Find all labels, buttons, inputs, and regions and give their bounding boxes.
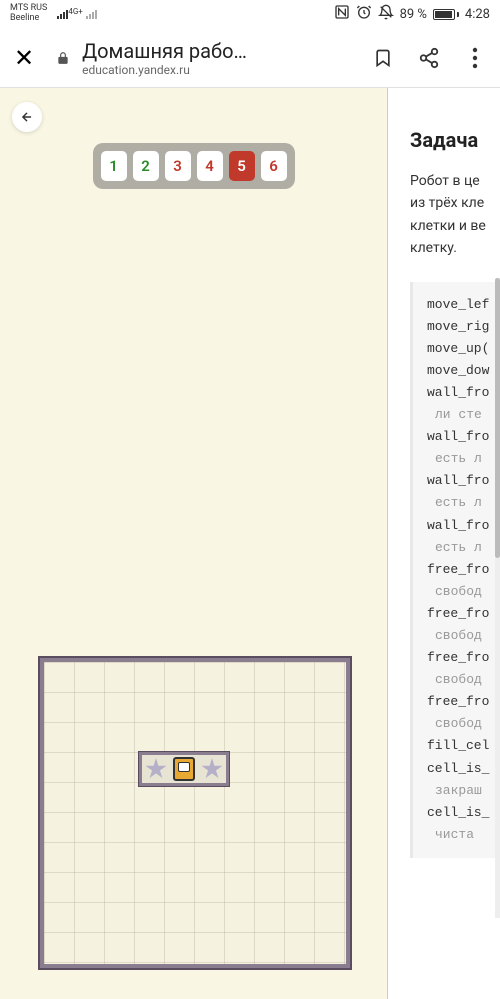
star-icon: [145, 758, 167, 780]
robot-icon: [173, 757, 195, 781]
code-comment: чиста: [427, 824, 500, 846]
code-command: cell_is_: [427, 802, 500, 824]
nfc-icon: [334, 4, 350, 24]
robot-room: [139, 752, 229, 786]
task-description-pane[interactable]: Задача Робот в це из трёх кле клетки и в…: [388, 88, 500, 999]
carrier-2: Beeline: [10, 14, 47, 24]
android-status-bar: MTS RUS Beeline 4G+ 89 % 4:28: [0, 0, 500, 28]
code-comment: есть л: [427, 537, 500, 559]
target-cell-left: [142, 755, 170, 783]
code-command: wall_fro: [427, 426, 500, 448]
task-viewport[interactable]: 1 2 3 4 5 6: [0, 88, 388, 999]
battery-percent: 89 %: [400, 7, 427, 22]
star-icon: [201, 758, 223, 780]
task-tab-1[interactable]: 1: [101, 151, 127, 181]
code-command: free_fro: [427, 603, 500, 625]
code-command: free_fro: [427, 559, 500, 581]
task-tab-5[interactable]: 5: [229, 151, 255, 181]
code-comment: свобод: [427, 713, 500, 735]
robot-cell: [170, 755, 198, 783]
task-description: Робот в це из трёх кле клетки и ве клетк…: [410, 170, 500, 260]
scrollbar[interactable]: [495, 278, 500, 918]
bookmark-icon[interactable]: [372, 47, 394, 69]
code-command: fill_cel: [427, 735, 500, 757]
url-area[interactable]: Домашняя рабо… education.yandex.ru: [52, 39, 354, 77]
close-icon[interactable]: ✕: [14, 44, 34, 72]
code-command: wall_fro: [427, 470, 500, 492]
task-title: Задача: [410, 128, 500, 152]
code-comment: свобод: [427, 669, 500, 691]
code-command: move_dow: [427, 360, 500, 382]
share-icon[interactable]: [418, 47, 440, 69]
status-carriers: MTS RUS Beeline: [10, 4, 47, 24]
scrollbar-thumb[interactable]: [495, 278, 500, 558]
page-domain: education.yandex.ru: [82, 63, 247, 77]
code-command: free_fro: [427, 647, 500, 669]
target-cell-right: [198, 755, 226, 783]
code-command: move_lef: [427, 294, 500, 316]
code-comment: есть л: [427, 492, 500, 514]
task-tab-bar: 1 2 3 4 5 6: [93, 143, 295, 189]
code-comment: ли сте: [427, 404, 500, 426]
battery-icon: [433, 9, 459, 20]
network-label: 4G+: [68, 7, 82, 16]
code-comment: есть л: [427, 448, 500, 470]
signal-icon: [57, 10, 68, 19]
more-icon[interactable]: [464, 47, 486, 69]
mute-icon: [378, 4, 394, 24]
browser-toolbar: ✕ Домашняя рабо… education.yandex.ru: [0, 28, 500, 88]
alarm-icon: [356, 4, 372, 24]
clock-time: 4:28: [465, 7, 490, 22]
code-command: cell_is_: [427, 758, 500, 780]
code-command: move_up(: [427, 338, 500, 360]
code-command: wall_fro: [427, 515, 500, 537]
code-comment: свобод: [427, 581, 500, 603]
task-tab-4[interactable]: 4: [197, 151, 223, 181]
back-button[interactable]: [12, 102, 42, 132]
robot-grid[interactable]: [40, 658, 350, 968]
lock-icon: [52, 47, 74, 69]
signal-icon-2: [86, 10, 97, 19]
code-comment: закраш: [427, 780, 500, 802]
code-command: wall_fro: [427, 382, 500, 404]
task-tab-2[interactable]: 2: [133, 151, 159, 181]
task-tab-3[interactable]: 3: [165, 151, 191, 181]
code-reference: move_lefmove_rigmove_up(move_dowwall_fro…: [410, 282, 500, 858]
page-title: Домашняя рабо…: [82, 39, 247, 63]
code-command: free_fro: [427, 691, 500, 713]
code-comment: свобод: [427, 625, 500, 647]
task-tab-6[interactable]: 6: [261, 151, 287, 181]
code-command: move_rig: [427, 316, 500, 338]
